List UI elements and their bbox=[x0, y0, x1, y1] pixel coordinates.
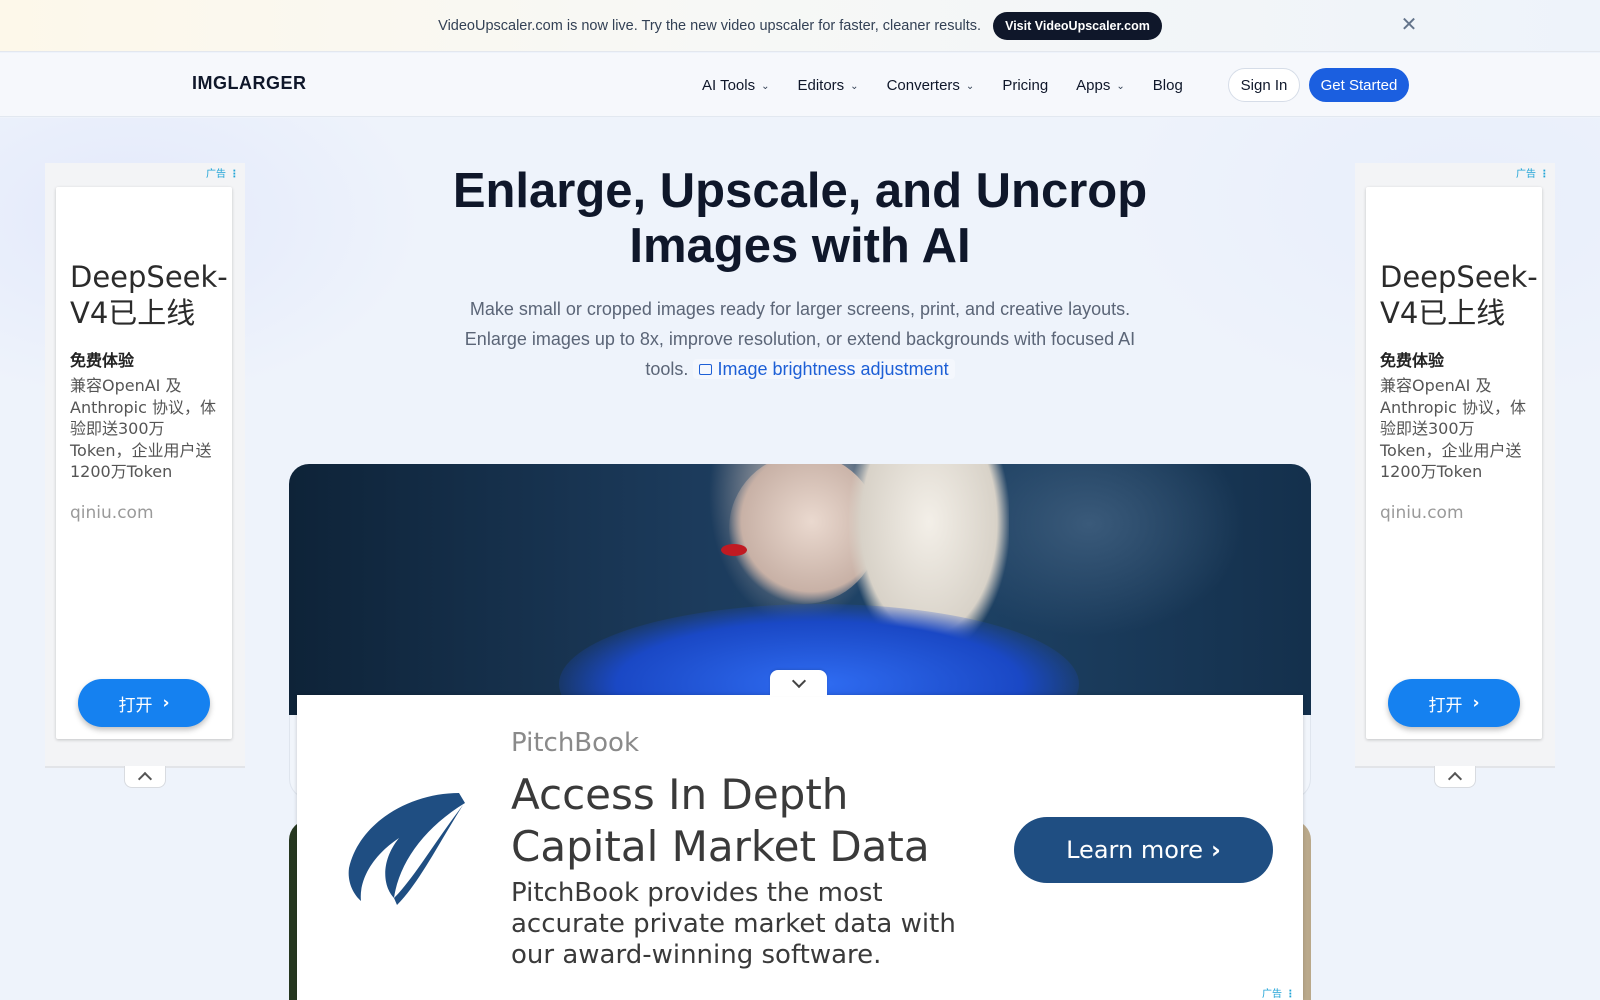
ad-label: 广告 bbox=[1262, 989, 1282, 1000]
chevron-up-icon bbox=[1447, 771, 1463, 787]
chevron-right-icon: › bbox=[1210, 836, 1221, 864]
ad-headline: Access In Depth Capital Market Data bbox=[511, 770, 930, 871]
chevron-right-icon: › bbox=[1472, 693, 1480, 713]
ad-headline: DeepSeek-V4已上线 bbox=[70, 260, 228, 330]
ad-label: 广告 bbox=[206, 169, 226, 180]
nav-item-apps[interactable]: Apps ⌄ bbox=[1076, 77, 1125, 94]
open-label: 打开 bbox=[118, 695, 153, 716]
hero-subtitle: Make small or cropped images ready for l… bbox=[460, 294, 1140, 384]
announcement-text: VideoUpscaler.com is now live. Try the n… bbox=[438, 17, 982, 34]
ad-description: 兼容OpenAI 及 Anthropic 协议，体验即送300万Token，企业… bbox=[70, 376, 217, 481]
ad-label: 广告 bbox=[1516, 169, 1536, 180]
nav-item-label: Converters bbox=[886, 76, 960, 94]
chevron-up-icon bbox=[137, 771, 153, 787]
left-side-ad[interactable]: 广告 ⋮ DeepSeek-V4已上线 免费体验 兼容OpenAI 及 Anth… bbox=[45, 163, 245, 768]
learn-more-button[interactable]: Learn more › bbox=[1014, 817, 1273, 883]
ad-brand: PitchBook bbox=[511, 728, 640, 758]
right-side-ad[interactable]: 广告 ⋮ DeepSeek-V4已上线 免费体验 兼容OpenAI 及 Anth… bbox=[1355, 163, 1555, 768]
nav-item-blog[interactable]: Blog bbox=[1153, 77, 1183, 94]
logo[interactable]: IMGLARGER bbox=[192, 73, 307, 94]
nav-menu: AI Tools ⌄ Editors ⌄ Converters ⌄ Pricin… bbox=[702, 53, 1211, 117]
chevron-down-icon: ⌄ bbox=[761, 80, 770, 92]
nav-item-editors[interactable]: Editors ⌄ bbox=[797, 77, 858, 94]
nav-item-label: Editors bbox=[797, 76, 845, 94]
chevron-down-icon: ⌄ bbox=[1116, 80, 1125, 92]
top-nav: IMGLARGER AI Tools ⌄ Editors ⌄ Converter… bbox=[0, 53, 1600, 117]
side-ad-card: DeepSeek-V4已上线 免费体验 兼容OpenAI 及 Anthropic… bbox=[1366, 187, 1542, 739]
ad-subtitle: 免费体验 bbox=[70, 351, 135, 370]
open-button[interactable]: 打开 › bbox=[1388, 679, 1520, 727]
nav-item-label: AI Tools bbox=[702, 76, 756, 94]
nav-item-converters[interactable]: Converters ⌄ bbox=[887, 77, 975, 94]
ad-domain: qiniu.com bbox=[1380, 503, 1464, 523]
visit-videoupscaler-button[interactable]: Visit VideoUpscaler.com bbox=[993, 11, 1162, 40]
ad-description: PitchBook provides the most accurate pri… bbox=[511, 878, 956, 970]
chevron-down-icon: ⌄ bbox=[965, 80, 975, 92]
more-icon: ⋮ bbox=[1539, 169, 1550, 180]
close-icon[interactable]: ✕ bbox=[1398, 14, 1420, 36]
nav-item-label: Blog bbox=[1152, 76, 1183, 94]
ad-domain: qiniu.com bbox=[70, 503, 154, 523]
ad-subtitle: 免费体验 bbox=[1380, 351, 1445, 370]
chevron-down-icon bbox=[791, 673, 806, 688]
collapse-ad-button[interactable] bbox=[770, 670, 827, 696]
announcement-bar: VideoUpscaler.com is now live. Try the n… bbox=[0, 0, 1600, 52]
more-icon: ⋮ bbox=[229, 169, 240, 180]
learn-more-label: Learn more bbox=[1066, 836, 1203, 864]
get-started-button[interactable]: Get Started bbox=[1309, 68, 1409, 102]
collapse-left-ad-button[interactable] bbox=[124, 766, 166, 788]
ad-badge[interactable]: 广告 ⋮ bbox=[1516, 165, 1549, 180]
side-ad-card: DeepSeek-V4已上线 免费体验 兼容OpenAI 及 Anthropic… bbox=[56, 187, 232, 739]
nav-item-pricing[interactable]: Pricing bbox=[1002, 77, 1048, 94]
ad-headline: DeepSeek-V4已上线 bbox=[1380, 260, 1538, 330]
link-label: Image brightness adjustment bbox=[717, 359, 949, 379]
sign-in-button[interactable]: Sign In bbox=[1228, 68, 1300, 102]
bottom-banner-ad[interactable]: PitchBook Access In Depth Capital Market… bbox=[297, 695, 1303, 1000]
chevron-right-icon: › bbox=[162, 693, 170, 713]
page-title: Enlarge, Upscale, and Uncrop Images with… bbox=[452, 164, 1148, 273]
nav-item-label: Apps bbox=[1076, 76, 1111, 94]
brightness-adjustment-link[interactable]: Image brightness adjustment bbox=[693, 359, 955, 379]
open-label: 打开 bbox=[1428, 695, 1463, 716]
more-icon: ⋮ bbox=[1285, 989, 1296, 1000]
lips-shape bbox=[721, 544, 747, 556]
ad-badge[interactable]: 广告 ⋮ bbox=[206, 165, 239, 180]
nav-item-label: Pricing bbox=[1002, 76, 1049, 94]
chevron-down-icon: ⌄ bbox=[850, 80, 859, 92]
collapse-right-ad-button[interactable] bbox=[1434, 766, 1476, 788]
ad-badge[interactable]: 广告 ⋮ bbox=[1262, 985, 1295, 1000]
open-button[interactable]: 打开 › bbox=[78, 679, 210, 727]
pitchbook-logo bbox=[348, 793, 465, 905]
ad-description: 兼容OpenAI 及 Anthropic 协议，体验即送300万Token，企业… bbox=[1380, 376, 1527, 481]
article-icon bbox=[699, 364, 713, 375]
nav-item-ai-tools[interactable]: AI Tools ⌄ bbox=[702, 77, 769, 94]
